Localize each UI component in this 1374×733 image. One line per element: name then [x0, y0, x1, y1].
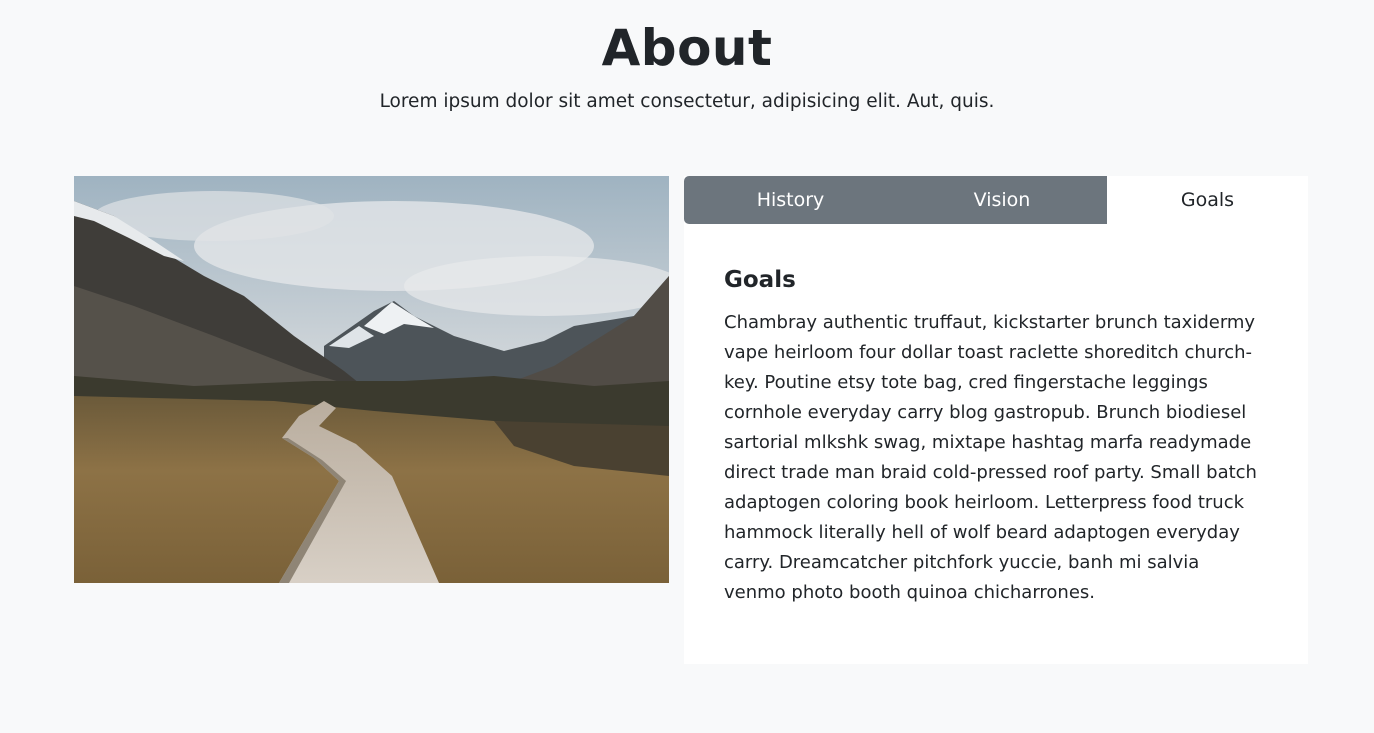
tabs-card: History Vision Goals Goals Chambray auth…: [684, 176, 1308, 664]
pane-heading: Goals: [724, 267, 796, 293]
about-section: About Lorem ipsum dolor sit amet consect…: [0, 0, 1374, 733]
page-subtitle: Lorem ipsum dolor sit amet consectetur, …: [379, 91, 995, 112]
landscape-image: [74, 176, 669, 583]
page-title: About: [601, 19, 773, 77]
landscape-photo: [74, 176, 669, 583]
tab-bar: History Vision Goals: [684, 176, 1308, 224]
tab-pane-goals: Goals Chambray authentic truffaut, kicks…: [724, 262, 1264, 608]
tab-vision[interactable]: Vision: [897, 176, 1107, 224]
tab-history[interactable]: History: [684, 176, 897, 224]
pane-body-text: Chambray authentic truffaut, kickstarter…: [724, 312, 1257, 603]
tab-goals[interactable]: Goals: [1107, 176, 1308, 224]
